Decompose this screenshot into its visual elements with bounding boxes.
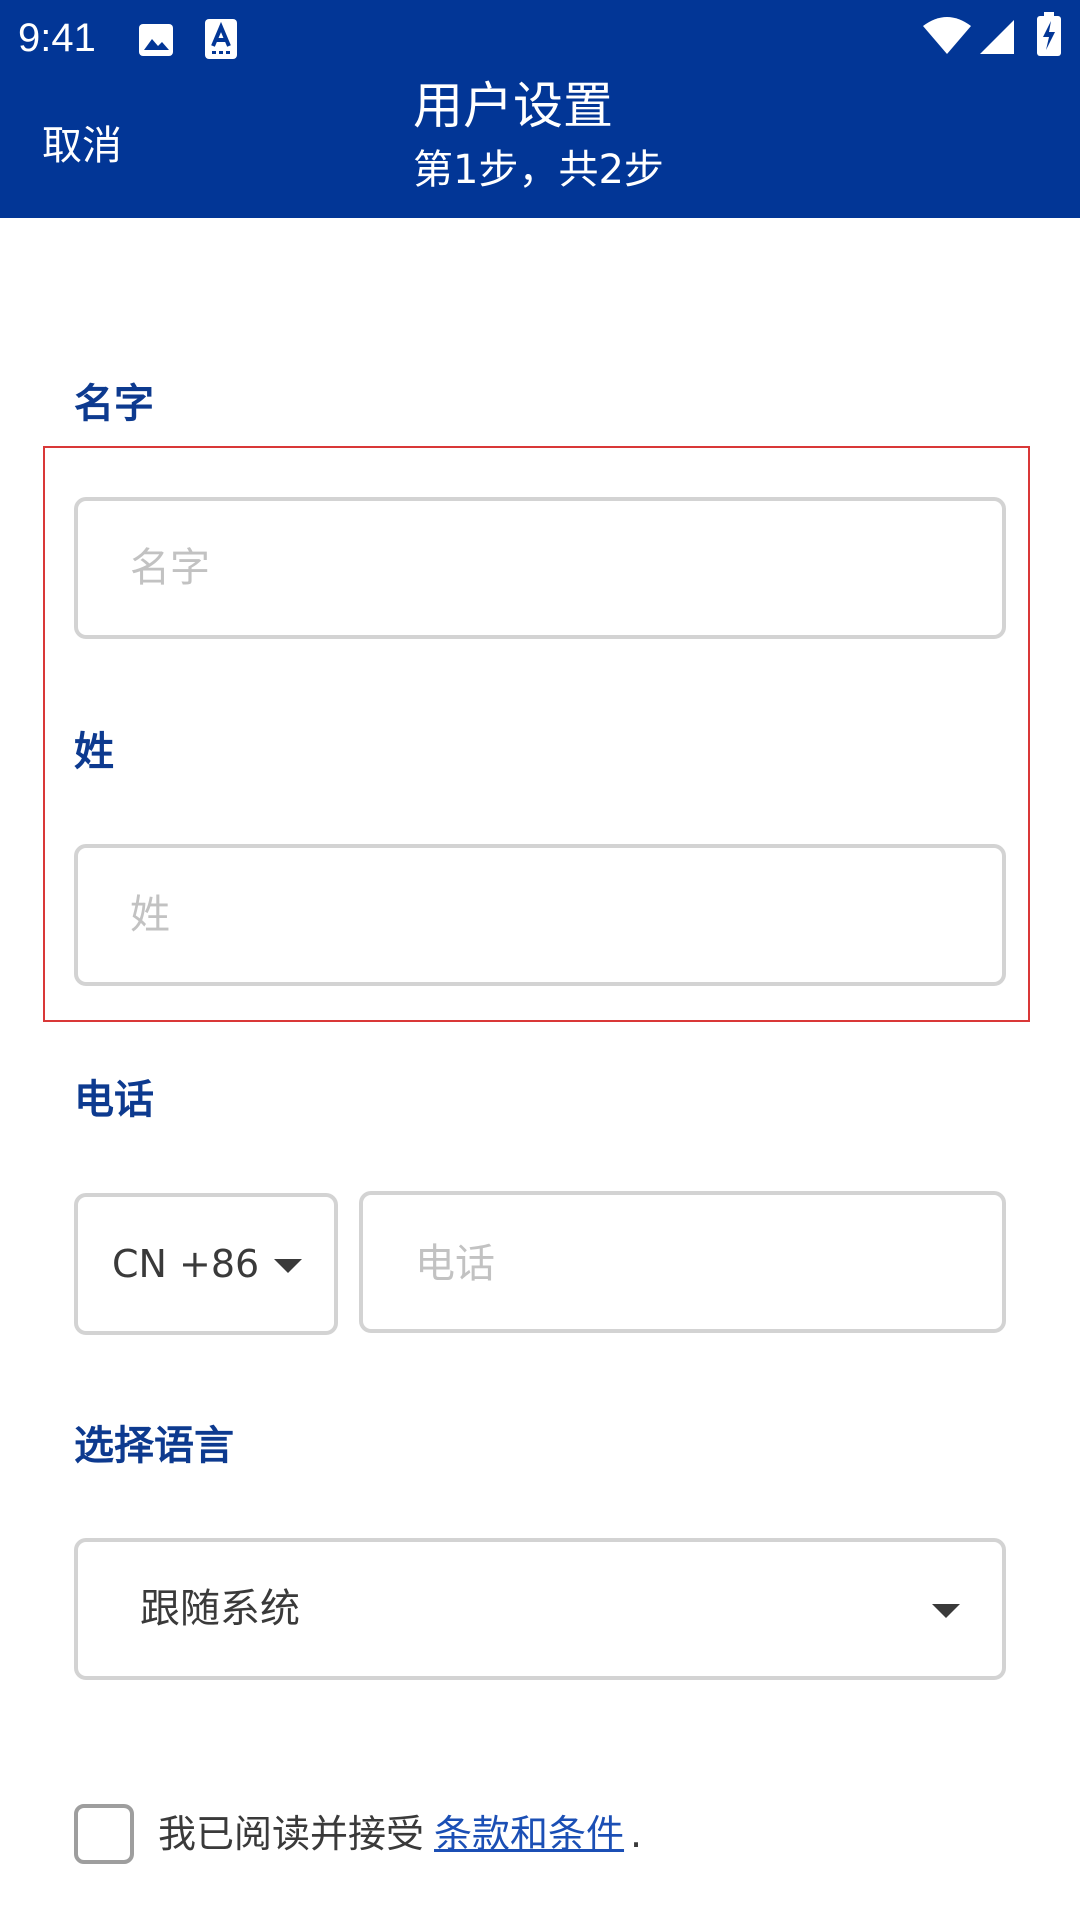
language-label: 选择语言 [74,1423,234,1469]
page-title: 用户设置 [413,77,613,135]
chevron-down-icon [932,1604,960,1618]
battery-charging-icon [1037,12,1061,56]
app-bar: 9:41 取消 用户设置 第1步，共2步 [0,0,1080,218]
last-name-field[interactable]: 姓 [74,844,1006,986]
terms-suffix: . [630,1812,643,1856]
last-name-label: 姓 [74,729,114,775]
phone-field[interactable]: 电话 [359,1191,1006,1333]
country-code-select[interactable]: CN +86 [74,1193,338,1335]
terms-link[interactable]: 条款和条件 [434,1812,624,1856]
terms-prefix: 我已阅读并接受 [158,1812,425,1856]
terms-checkbox[interactable] [74,1804,134,1864]
language-value: 跟随系统 [140,1586,300,1632]
image-icon [139,24,173,56]
last-name-placeholder: 姓 [130,892,170,938]
first-name-label: 名字 [74,381,154,427]
first-name-placeholder: 名字 [130,545,210,591]
language-select[interactable]: 跟随系统 [74,1538,1006,1680]
phone-placeholder: 电话 [415,1241,495,1287]
country-code-value: CN +86 [112,1242,260,1286]
phone-label: 电话 [74,1077,154,1123]
status-time: 9:41 [18,16,96,60]
text-a-icon [205,19,237,59]
chevron-down-icon [274,1259,302,1273]
signal-icon [980,20,1014,54]
wifi-icon [923,17,971,54]
cancel-button[interactable]: 取消 [42,116,122,176]
first-name-field[interactable]: 名字 [74,497,1006,639]
terms-text: 我已阅读并接受 条款和条件. [158,1804,642,1864]
step-indicator: 第1步，共2步 [413,147,664,193]
